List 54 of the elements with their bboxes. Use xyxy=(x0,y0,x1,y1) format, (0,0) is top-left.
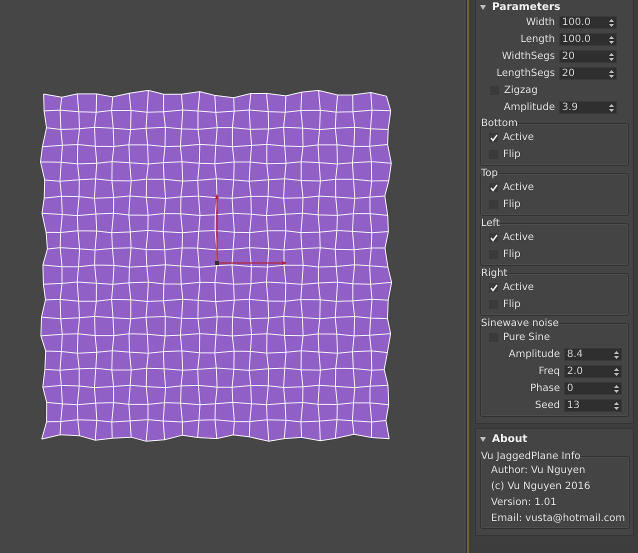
field-label: Amplitude xyxy=(502,102,556,113)
spinner-arrows-icon[interactable] xyxy=(614,384,619,392)
spinner-field[interactable]: 100.0 xyxy=(559,33,617,46)
checkbox[interactable]: Zigzag xyxy=(480,82,629,99)
spinner-field[interactable]: 0 xyxy=(564,382,622,395)
rollout-header[interactable]: About xyxy=(480,429,629,449)
checkbox[interactable]: Active xyxy=(485,179,624,196)
spinner-field[interactable]: 100.0 xyxy=(559,16,617,29)
checkbox[interactable]: Active xyxy=(485,229,624,246)
axis-gizmo-drawing xyxy=(215,194,287,265)
spinner-field[interactable]: 20 xyxy=(559,67,617,80)
field-label: Freq xyxy=(538,366,561,377)
spinner-arrows-icon[interactable] xyxy=(614,350,619,358)
spinner-field[interactable]: 8.4 xyxy=(564,348,622,361)
group-title: Vu JaggedPlane Info xyxy=(481,451,580,462)
checkbox[interactable]: Flip xyxy=(485,196,624,213)
spinner-arrows-icon[interactable] xyxy=(609,18,614,26)
info-text: Version: 1.01 xyxy=(490,496,558,510)
spinner-arrows-icon[interactable] xyxy=(609,104,614,112)
checkmark-icon xyxy=(490,284,498,292)
rollout-header[interactable]: Parameters xyxy=(480,0,629,14)
checkbox[interactable]: Flip xyxy=(485,246,624,263)
checkbox[interactable]: Flip xyxy=(485,296,624,313)
field-label: Width xyxy=(524,17,556,28)
field-label: WidthSegs xyxy=(500,51,556,62)
group-title: Bottom xyxy=(481,118,518,129)
spinner-field[interactable]: 2.0 xyxy=(564,365,622,378)
checkmark-icon xyxy=(490,134,498,142)
checkmark-icon xyxy=(490,234,498,242)
group-title: Sinewave noise xyxy=(481,318,559,329)
spinner-arrows-icon[interactable] xyxy=(614,402,619,410)
checkbox[interactable]: Pure Sine xyxy=(485,329,624,346)
field-label: LengthSegs xyxy=(495,68,556,79)
checkbox[interactable]: Active xyxy=(485,129,624,146)
field-label: Length xyxy=(520,34,556,45)
spinner-arrows-icon[interactable] xyxy=(609,70,614,78)
group-title: Top xyxy=(481,168,498,179)
group-title: Right xyxy=(481,268,508,279)
info-text: (c) Vu Nguyen 2016 xyxy=(490,480,592,494)
field-label: Seed xyxy=(534,400,561,411)
checkmark-icon xyxy=(490,184,498,192)
group-title: Left xyxy=(481,218,500,229)
info-text: Email: vusta@hotmail.com xyxy=(490,512,626,526)
spinner-arrows-icon[interactable] xyxy=(609,36,614,44)
field-label: Phase xyxy=(529,383,561,394)
info-text: Author: Vu Nguyen xyxy=(490,464,586,478)
checkbox[interactable]: Active xyxy=(485,279,624,296)
spinner-arrows-icon[interactable] xyxy=(614,368,619,376)
checkbox[interactable]: Flip xyxy=(485,146,624,163)
spinner-field[interactable]: 13 xyxy=(564,399,622,412)
spinner-arrows-icon[interactable] xyxy=(609,52,614,60)
spinner-field[interactable]: 20 xyxy=(559,50,617,63)
field-label: Amplitude xyxy=(508,349,561,360)
spinner-field[interactable]: 3.9 xyxy=(559,101,617,114)
